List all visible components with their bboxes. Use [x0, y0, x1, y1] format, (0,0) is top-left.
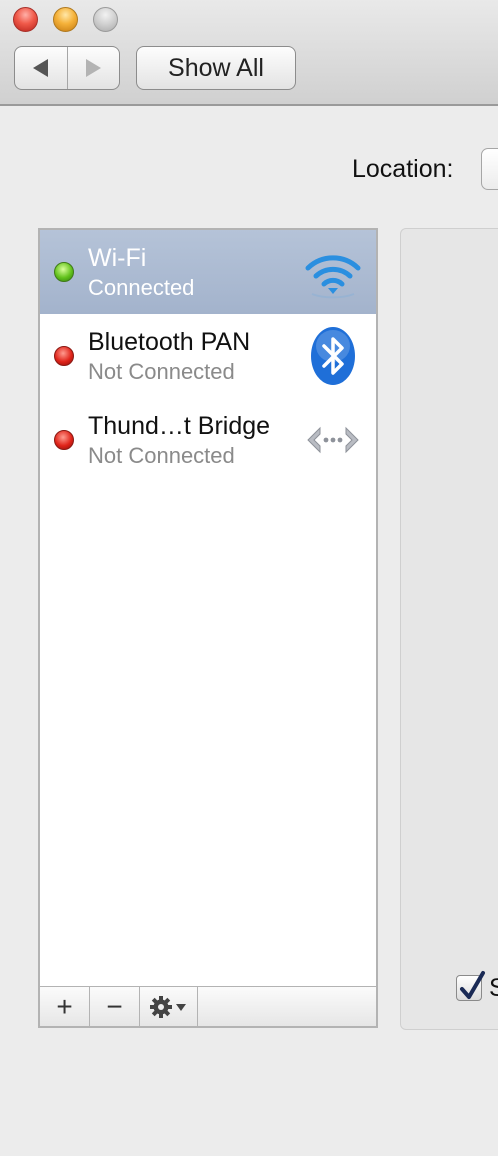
minimize-window-button[interactable]: [53, 7, 78, 32]
service-status: Not Connected: [88, 359, 235, 384]
service-status: Not Connected: [88, 443, 235, 468]
action-menu-button[interactable]: [140, 987, 198, 1026]
network-service-list: Wi-Fi Connected Bluetooth PAN Not Connec…: [38, 228, 378, 988]
add-service-button[interactable]: +: [40, 987, 90, 1026]
show-all-button[interactable]: Show All: [136, 46, 296, 90]
forward-button[interactable]: [66, 47, 120, 89]
service-status: Connected: [88, 275, 195, 300]
service-detail-pane: [400, 228, 498, 1030]
status-indicator: [54, 430, 74, 450]
service-name: Wi-Fi: [88, 244, 147, 272]
close-window-button[interactable]: [13, 7, 38, 32]
service-name: Bluetooth PAN: [88, 328, 251, 356]
chevron-down-icon: [175, 1003, 186, 1011]
service-list-controls: + −: [38, 986, 378, 1028]
back-forward-control: [14, 46, 120, 90]
status-indicator: [54, 262, 74, 282]
service-row-thunderbolt-bridge[interactable]: Thund…t Bridge Not Connected: [40, 398, 376, 482]
bluetooth-icon: [311, 327, 355, 385]
zoom-window-button[interactable]: [93, 7, 118, 32]
location-popup[interactable]: [481, 148, 498, 190]
checkmark-icon: [460, 971, 485, 999]
status-indicator: [54, 346, 74, 366]
forward-arrow-icon: [85, 59, 101, 77]
back-arrow-icon: [33, 59, 49, 77]
show-status-checkbox-label: S: [489, 974, 498, 1002]
network-preferences-window: Show All Location: Wi-Fi Connected Bluet…: [0, 0, 498, 1156]
remove-service-button[interactable]: −: [90, 987, 140, 1026]
service-row-wifi[interactable]: Wi-Fi Connected: [40, 230, 376, 314]
location-label: Location:: [352, 155, 454, 183]
thunderbolt-bridge-icon: [307, 426, 359, 454]
list-controls-spacer: [198, 987, 376, 1026]
service-name: Thund…t Bridge: [88, 412, 271, 440]
wifi-icon: [305, 255, 361, 299]
window-toolbar: Show All: [0, 0, 498, 106]
gear-icon: [149, 995, 186, 1018]
service-row-bluetooth-pan[interactable]: Bluetooth PAN Not Connected: [40, 314, 376, 398]
show-status-checkbox[interactable]: [456, 971, 485, 1001]
back-button[interactable]: [15, 47, 67, 89]
